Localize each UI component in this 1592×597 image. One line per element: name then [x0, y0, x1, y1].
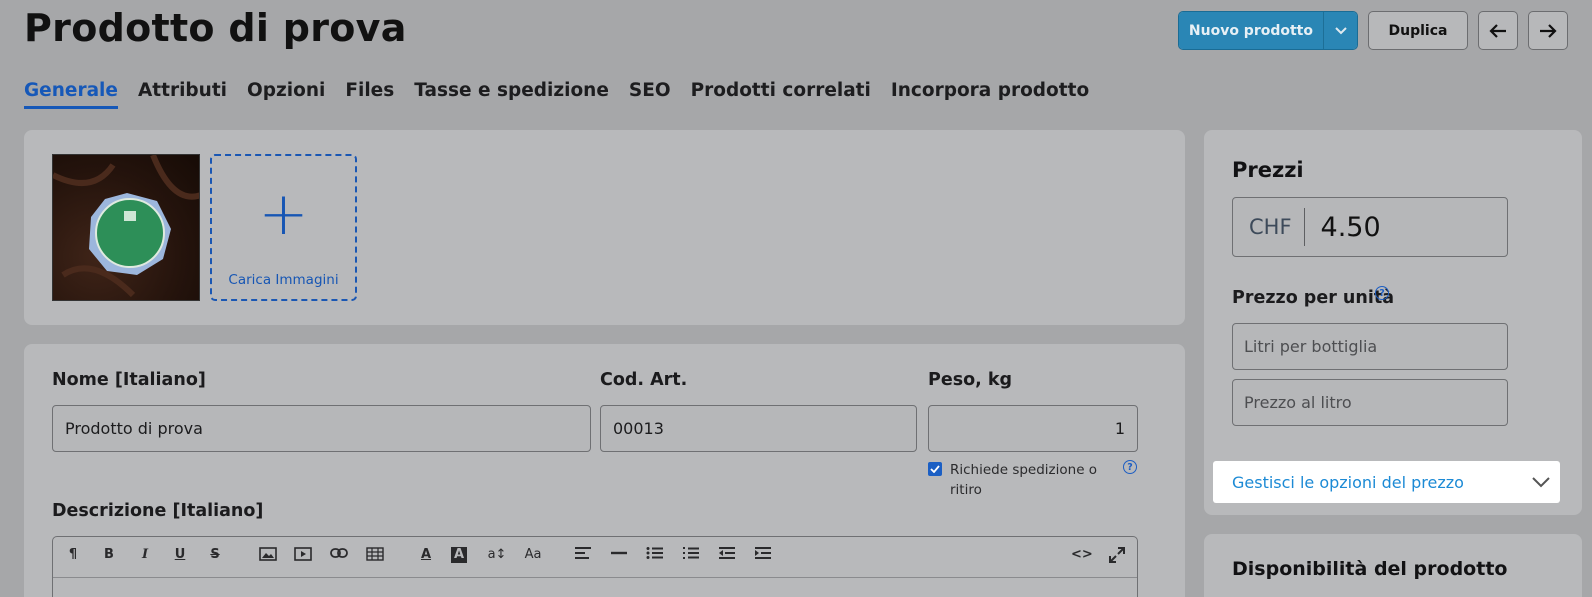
tab-incorpora-prodotto[interactable]: Incorpora prodotto — [891, 80, 1089, 109]
description-label: Descrizione [Italiano] — [52, 501, 264, 521]
new-product-split-button: Nuovo prodotto — [1177, 11, 1358, 50]
upload-images-label: Carica Immagini — [228, 272, 339, 288]
pricing-card: Prezzi CHF 4.50 Prezzo per unità ? Litri… — [1204, 130, 1582, 515]
product-details-card: Nome [Italiano] Cod. Art. Peso, kg Prodo… — [24, 344, 1185, 597]
bold-icon[interactable]: B — [99, 547, 119, 562]
availability-title: Disponibilità del prodotto — [1232, 558, 1508, 580]
font-size-icon[interactable]: a↕ — [487, 547, 507, 562]
page-title: Prodotto di prova — [24, 6, 407, 50]
sku-input[interactable]: 00013 — [600, 405, 917, 452]
liters-per-bottle-input[interactable]: Litri per bottiglia — [1232, 323, 1508, 370]
chevron-down-icon — [1532, 476, 1550, 487]
product-image-thumbnail[interactable] — [52, 154, 200, 301]
tab-seo[interactable]: SEO — [629, 80, 671, 109]
images-card: + Carica Immagini — [24, 130, 1185, 325]
numbered-list-icon[interactable] — [681, 547, 701, 563]
shipping-checkbox[interactable] — [928, 462, 942, 476]
italic-icon[interactable]: I — [135, 547, 155, 562]
tab-attributi[interactable]: Attributi — [138, 80, 227, 109]
product-photo — [53, 155, 199, 298]
underline-icon[interactable]: U — [170, 547, 190, 562]
link-icon[interactable] — [329, 547, 349, 563]
editor-toolbar: ¶ B I U S A A a↕ Aa <> — [53, 537, 1137, 578]
price-per-liter-input[interactable]: Prezzo al litro — [1232, 379, 1508, 426]
bullet-list-icon[interactable] — [645, 547, 665, 563]
top-actions: Nuovo prodotto Duplica — [1177, 11, 1568, 50]
unit-price-help-icon[interactable]: ? — [1375, 286, 1389, 300]
code-view-icon[interactable]: <> — [1071, 547, 1093, 562]
price-value: 4.50 — [1320, 211, 1381, 243]
name-label: Nome [Italiano] — [52, 370, 206, 390]
manage-price-options-toggle[interactable]: Gestisci le opzioni del prezzo — [1213, 461, 1560, 503]
new-product-button[interactable]: Nuovo prodotto — [1178, 12, 1323, 49]
font-family-icon[interactable]: Aa — [523, 547, 543, 562]
shipping-checkbox-label: Richiede spedizione o ritiro — [950, 462, 1098, 498]
table-icon[interactable] — [365, 547, 385, 565]
horizontal-rule-icon[interactable] — [609, 547, 629, 563]
upload-images-button[interactable]: + Carica Immagini — [210, 154, 357, 301]
duplicate-button[interactable]: Duplica — [1368, 11, 1468, 50]
plus-icon: + — [258, 179, 309, 249]
indent-icon[interactable] — [753, 547, 773, 563]
tab-files[interactable]: Files — [345, 80, 394, 109]
tab-opzioni[interactable]: Opzioni — [247, 80, 325, 109]
background-color-icon[interactable]: A — [451, 547, 467, 563]
sku-label: Cod. Art. — [600, 370, 688, 390]
strikethrough-icon[interactable]: S — [205, 547, 225, 562]
description-editor[interactable]: ¶ B I U S A A a↕ Aa <> — [52, 536, 1138, 597]
unit-price-label: Prezzo per unità — [1232, 288, 1395, 308]
align-left-icon[interactable] — [573, 547, 593, 563]
image-icon[interactable] — [258, 547, 278, 565]
tab-generale[interactable]: Generale — [24, 80, 118, 109]
manage-price-options-label: Gestisci le opzioni del prezzo — [1232, 472, 1464, 492]
weight-input[interactable]: 1 — [928, 405, 1138, 452]
pricing-title: Prezzi — [1232, 158, 1304, 182]
outdent-icon[interactable] — [717, 547, 737, 563]
price-input[interactable]: CHF 4.50 — [1232, 197, 1508, 257]
paragraph-icon[interactable]: ¶ — [63, 547, 83, 562]
previous-product-button[interactable] — [1478, 11, 1518, 50]
text-color-icon[interactable]: A — [416, 547, 436, 562]
tab-prodotti-correlati[interactable]: Prodotti correlati — [691, 80, 871, 109]
video-icon[interactable] — [293, 547, 313, 565]
arrow-left-icon — [1489, 23, 1506, 38]
tab-tasse-spedizione[interactable]: Tasse e spedizione — [414, 80, 609, 109]
tab-bar: Generale Attributi Opzioni Files Tasse e… — [24, 80, 1089, 109]
checkmark-icon — [930, 465, 940, 473]
next-product-button[interactable] — [1528, 11, 1568, 50]
help-icon[interactable]: ? — [1123, 460, 1137, 474]
arrow-right-icon — [1540, 23, 1557, 38]
fullscreen-icon[interactable] — [1107, 547, 1127, 567]
availability-card: Disponibilità del prodotto — [1204, 534, 1582, 597]
name-input[interactable]: Prodotto di prova — [52, 405, 591, 452]
new-product-dropdown-button[interactable] — [1323, 12, 1357, 49]
chevron-down-icon — [1334, 26, 1347, 34]
currency-label: CHF — [1233, 208, 1305, 246]
weight-label: Peso, kg — [928, 370, 1013, 390]
